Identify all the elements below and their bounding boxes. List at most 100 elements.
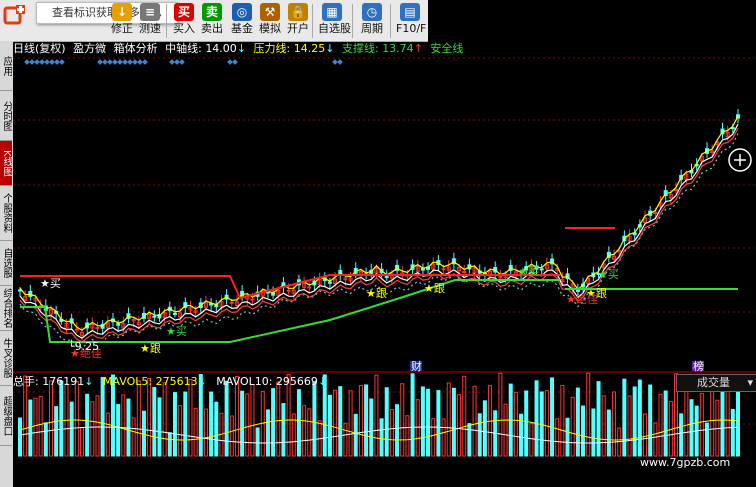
volume-bar [152,386,157,457]
signal-diamond [117,59,123,65]
volume-bar [730,408,735,457]
volume-bar [524,390,529,457]
volume-bar [384,387,389,457]
volume-bar [436,390,441,457]
volume-bar [379,418,384,457]
volume-bar [33,397,38,457]
news-marker-bang: 榜 [693,359,704,373]
volume-bar [699,392,704,457]
follow-signal-label: ★跟 [366,287,387,300]
volume-bar [338,386,343,457]
volume-bar [679,413,684,457]
volume-bar [581,405,586,457]
volume-bar [255,427,260,457]
volume-bar [705,422,710,457]
volume-bar [250,383,255,457]
volume-bar [570,396,575,457]
candle-body [172,312,177,315]
volume-bar [596,381,601,457]
volume-bar [632,386,637,457]
buy-signal-label: ★买 [166,325,187,338]
candle-body [307,286,312,289]
signal-diamond [137,59,143,65]
volume-bar [622,378,627,457]
signal-diamond [97,59,103,65]
volume-bar [446,382,451,457]
volume-bar [369,398,374,457]
volume-bar [601,395,606,457]
volume-bar [591,408,596,457]
volume-bar [472,385,477,457]
volume-bar [265,409,270,457]
candle-body [539,268,544,271]
volume-bar [188,379,193,457]
watermark: www.7gpzb.com [640,456,731,469]
volume-bar [224,380,229,457]
signal-diamond [39,59,45,65]
buy-signal-label: ★买 [598,268,619,281]
volume-bar [48,380,53,457]
volume-bar [162,382,167,457]
volume-bar [389,409,394,457]
candle-body [116,323,121,326]
volume-bar [18,417,22,457]
volume-info-bar: 总手: 176191↓ MAVOL5: 275613↓ MAVOL10: 295… [13,374,673,390]
volume-bar [689,399,694,457]
follow-signal-label: ★跟 [424,282,445,295]
signal-diamond [174,59,180,65]
volume-bar [307,408,312,457]
arrow-down-icon: ↓ [197,375,207,388]
volume-bar [358,385,363,457]
volume-bar [643,413,648,457]
signal-diamond [232,59,238,65]
volume-bar [637,379,642,457]
signal-diamond [59,59,65,65]
volume-bar [167,432,172,457]
volume-bar [658,393,663,457]
signal-diamond [142,59,148,65]
volume-bar [172,392,177,457]
volume-bar [420,386,425,457]
signal-diamond [102,59,108,65]
ma-line-white [19,123,739,339]
volume-bar [415,399,420,457]
news-marker-cai: 财 [411,359,422,373]
signal-diamond [127,59,133,65]
volume-indicator-select[interactable]: 成交量 ▾ [676,374,756,392]
volume-bar [364,384,369,457]
volume-bar [38,395,43,457]
signal-diamond [24,59,30,65]
volume-bar [725,382,730,457]
volume-bar [333,389,338,457]
kline-chart[interactable]: ★买★跟★买★跟 ★跟★买 ★买★跟★绝佳★绝佳└9.25财榜 [0,0,756,487]
volume-bar [209,391,214,457]
buy-signal-label: ★买 [518,265,539,278]
total-volume-readout: 总手: 176191↓ [13,375,94,388]
volume-bar [451,387,456,457]
volume-bar [203,408,208,457]
volume-bar [312,381,317,457]
volume-bar [229,415,234,457]
arrow-down-icon: ↓ [317,375,328,388]
bottom-signal-label: ★绝佳 [566,292,598,306]
candle-body [441,268,446,271]
volume-bar [240,390,245,457]
volume-bar [271,388,276,457]
signal-diamond [44,59,50,65]
volume-bar [69,401,74,457]
volume-bar [281,403,286,457]
zoom-in-icon [734,154,746,166]
chevron-down-icon: ▾ [747,376,753,389]
arrow-down-icon: ↓ [84,375,94,388]
volume-bar [28,399,33,457]
signal-diamond [54,59,60,65]
volume-bar [43,422,48,457]
signal-diamond [337,59,343,65]
volume-bar [147,378,152,457]
volume-bar [105,412,110,457]
volume-bar [193,407,198,457]
volume-bar [183,391,188,457]
candle-body [674,188,679,191]
buy-signal-label: ★买 [40,277,61,290]
volume-bar [467,423,472,457]
